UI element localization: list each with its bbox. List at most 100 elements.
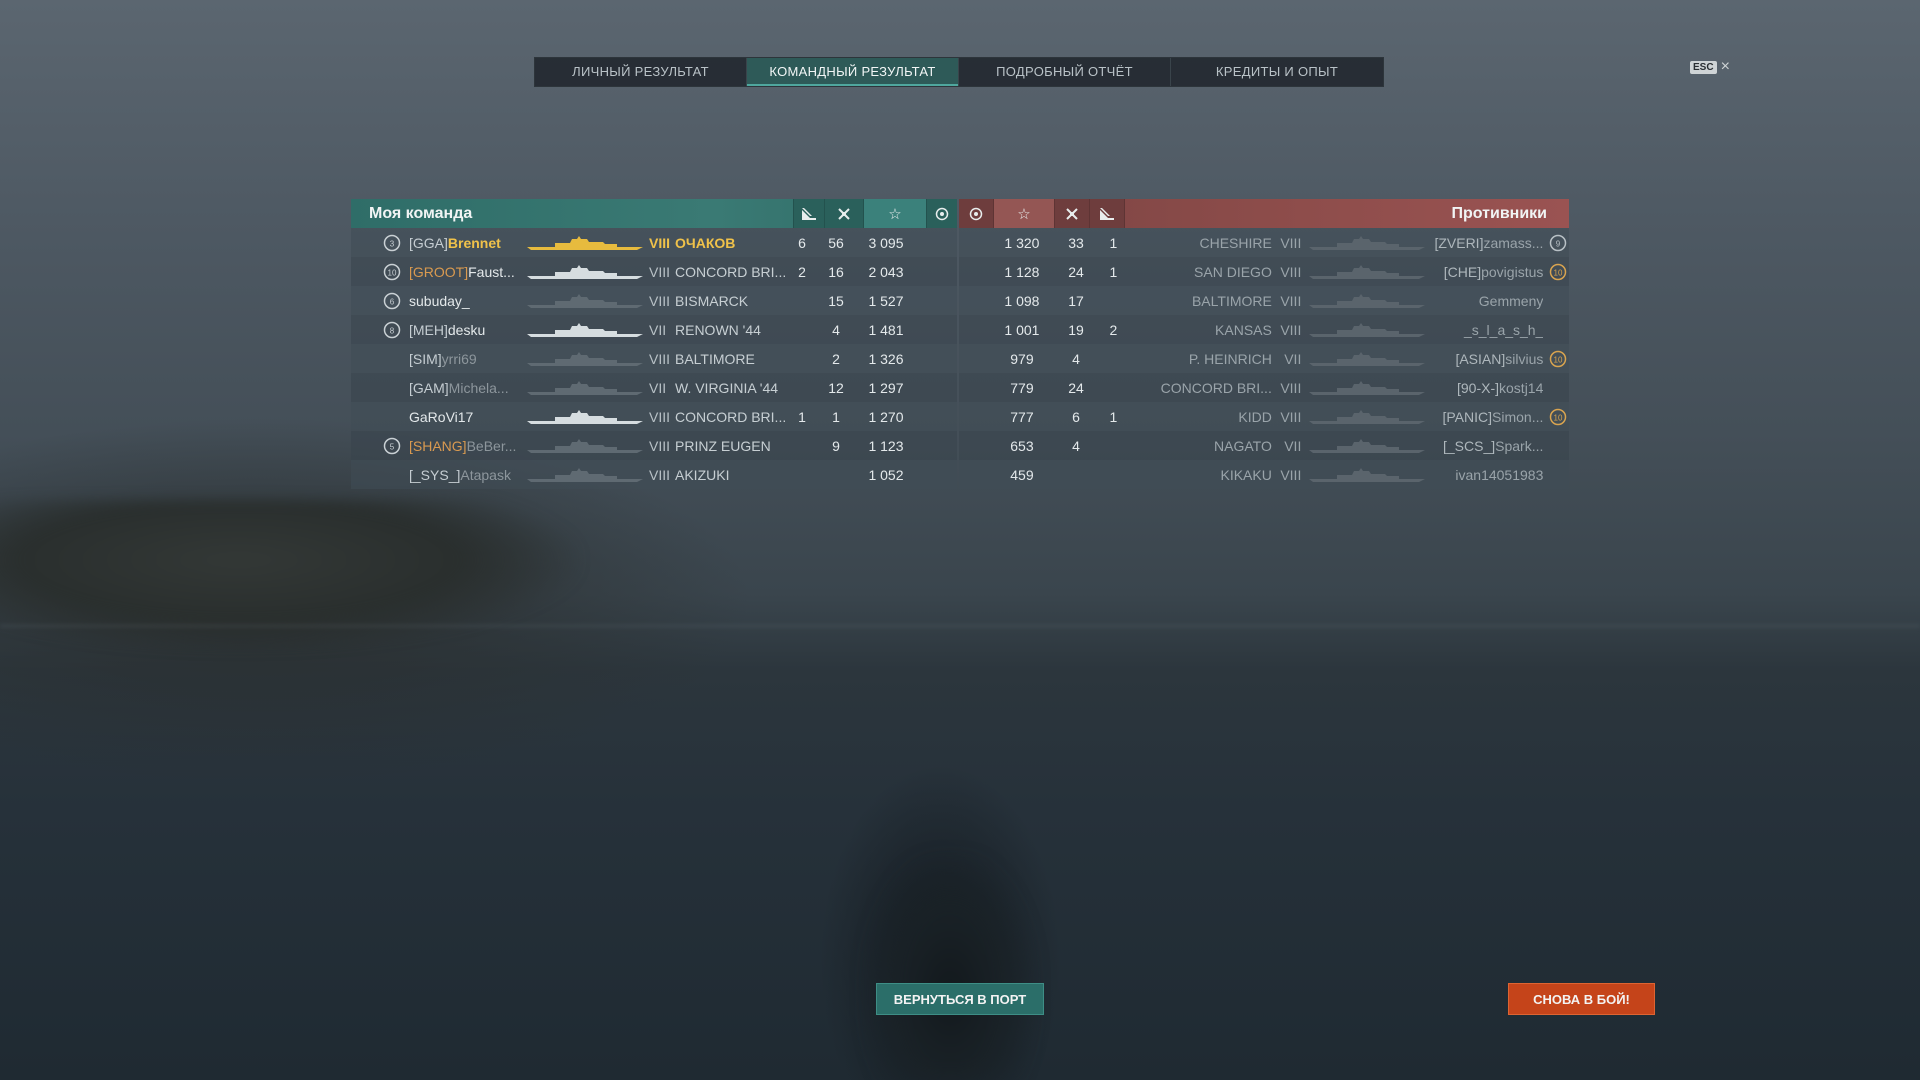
ship-name: KIKAKU	[1220, 466, 1272, 483]
battle-again-button[interactable]: СНОВА В БОЙ!	[1508, 983, 1655, 1015]
player-name[interactable]: [GROOT]Faust...	[409, 264, 525, 280]
player-name[interactable]: [CHE]povigistus	[1427, 264, 1544, 280]
tab-team-result[interactable]: КОМАНДНЫЙ РЕЗУЛЬТАТ	[747, 58, 959, 86]
base-xp-star-icon[interactable]: ☆	[994, 199, 1055, 228]
ship-name: BISMARCK	[675, 292, 749, 309]
ship-name: CONCORD BRI...	[1160, 379, 1272, 396]
planes-destroyed-count: 33	[1068, 234, 1084, 251]
enemy-team-row[interactable]: 779 24 CONCORD BRI... VIII [90-X-]kostj14	[959, 373, 1569, 402]
svg-text:10: 10	[1554, 268, 1563, 277]
enemy-team-panel: ☆ Противники 1 320 33 1 CHESHIRE VIII [ZVERI]…	[959, 199, 1569, 489]
player-nick: Atapask	[460, 466, 511, 483]
player-name[interactable]: [SIM]yrri69	[409, 351, 525, 367]
player-name[interactable]: [ZVERI]zamass...	[1427, 235, 1543, 251]
ship-silhouette-icon	[1307, 467, 1427, 483]
ships-destroyed-count: 6	[798, 234, 806, 251]
player-name[interactable]: [MEH]desku	[409, 322, 525, 338]
esc-key-label: ESC	[1690, 60, 1717, 74]
player-name[interactable]: [SHANG]BeBer...	[409, 438, 525, 454]
ships-destroyed-count: 1	[1109, 408, 1118, 425]
svg-text:8: 8	[390, 326, 395, 335]
enemy-team-row[interactable]: 653 4 NAGATO VII [_SCS_]Spark...	[959, 431, 1569, 460]
planes-destroyed-count: 15	[828, 292, 844, 309]
player-nick: Michela...	[448, 379, 509, 396]
enemy-team-row[interactable]: 979 4 P. HEINRICH VII [ASIAN]silvius 10	[959, 344, 1569, 373]
clan-tag: [ASIAN]	[1455, 350, 1506, 367]
my-team-row[interactable]: [GAM]Michela... VII W. VIRGINIA '44 12 1 297	[351, 373, 957, 402]
rank-badge-icon: 6	[381, 292, 403, 310]
svg-text:9: 9	[1556, 239, 1561, 248]
capture-icon[interactable]	[959, 199, 994, 228]
clan-tag: [SHANG]	[409, 437, 467, 454]
player-name[interactable]: [PANIC]Simon...	[1427, 409, 1543, 425]
base-xp-star-icon[interactable]: ☆	[863, 199, 926, 228]
svg-text:5: 5	[390, 442, 395, 451]
enemy-team-row[interactable]: 1 098 17 BALTIMORE VIII Gemmeny	[959, 286, 1569, 315]
ship-tier: VII	[649, 379, 667, 396]
planes-destroyed-icon[interactable]	[1055, 199, 1090, 228]
ships-destroyed-icon[interactable]	[1090, 199, 1125, 228]
my-team-row[interactable]: [SIM]yrri69 VIII BALTIMORE 2 1 326	[351, 344, 957, 373]
clan-tag: [PANIC]	[1442, 408, 1493, 425]
player-name[interactable]: [_SYS_]Atapask	[409, 467, 525, 483]
player-name[interactable]: Gemmeny	[1427, 293, 1544, 309]
planes-destroyed-count: 2	[832, 350, 840, 367]
ship-silhouette-icon	[525, 293, 645, 309]
planes-destroyed-icon[interactable]	[824, 199, 863, 228]
my-team-row[interactable]: [_SYS_]Atapask VIII AKIZUKI 1 052	[351, 460, 957, 489]
tab-detailed-report[interactable]: ПОДРОБНЫЙ ОТЧЁТ	[959, 58, 1171, 86]
clan-tag: [ZVERI]	[1434, 234, 1484, 251]
rank-badge-icon	[1547, 437, 1569, 455]
enemy-team-row[interactable]: 1 320 33 1 CHESHIRE VIII [ZVERI]zamass... 9	[959, 228, 1569, 257]
ship-tier: VIII	[1280, 234, 1302, 251]
player-name[interactable]: [GGA]Brennet	[409, 235, 525, 251]
ships-destroyed-icon[interactable]	[793, 199, 824, 228]
tab-credits-xp[interactable]: КРЕДИТЫ И ОПЫТ	[1171, 58, 1383, 86]
base-xp-value: 1 098	[1004, 292, 1040, 309]
planes-destroyed-count: 6	[1072, 408, 1080, 425]
base-xp-value: 1 052	[868, 466, 904, 483]
ship-tier: VII	[1284, 350, 1302, 367]
svg-text:10: 10	[1554, 355, 1563, 364]
player-name[interactable]: ivan14051983	[1427, 467, 1543, 483]
enemy-team-row[interactable]: 777 6 1 KIDD VIII [PANIC]Simon... 10	[959, 402, 1569, 431]
player-name[interactable]: subuday_	[409, 293, 525, 309]
ship-silhouette-icon	[1307, 235, 1427, 251]
tab-personal-result[interactable]: ЛИЧНЫЙ РЕЗУЛЬТАТ	[535, 58, 747, 86]
rank-badge-icon	[381, 408, 403, 426]
base-xp-value: 1 326	[868, 350, 904, 367]
player-name[interactable]: [_SCS_]Spark...	[1427, 438, 1543, 454]
my-team-row[interactable]: 10 [GROOT]Faust... VIII CONCORD BRI... 2 16 2 …	[351, 257, 957, 286]
base-xp-value: 2 043	[868, 263, 904, 280]
enemy-team-row[interactable]: 1 001 19 2 KANSAS VIII _s_l_a_s_h_	[959, 315, 1569, 344]
ships-destroyed-count: 1	[798, 408, 806, 425]
ship-name: RENOWN '44	[675, 321, 761, 338]
my-team-row[interactable]: 8 [MEH]desku VII RENOWN '44 4 1 481	[351, 315, 957, 344]
close-button[interactable]: ESC ×	[1690, 59, 1730, 75]
clan-tag: [90-X-]	[1457, 379, 1500, 396]
player-name[interactable]: GaRoVi17	[409, 409, 525, 425]
return-to-port-button[interactable]: ВЕРНУТЬСЯ В ПОРТ	[876, 983, 1044, 1015]
ship-tier: VIII	[649, 408, 671, 425]
capture-icon[interactable]	[926, 199, 957, 228]
base-xp-value: 3 095	[868, 234, 904, 251]
enemy-team-row[interactable]: 1 128 24 1 SAN DIEGO VIII [CHE]povigistus 10	[959, 257, 1569, 286]
player-nick: silvius	[1505, 350, 1544, 367]
player-name[interactable]: [ASIAN]silvius	[1427, 351, 1543, 367]
ship-silhouette-icon	[525, 351, 645, 367]
player-nick: _s_l_a_s_h_	[1463, 321, 1544, 338]
ship-silhouette-icon	[525, 322, 645, 338]
ship-name: NAGATO	[1214, 437, 1272, 454]
planes-destroyed-count: 12	[828, 379, 844, 396]
enemy-team-row[interactable]: 459 KIKAKU VIII ivan14051983	[959, 460, 1569, 489]
my-team-row[interactable]: 6 subuday_ VIII BISMARCK 15 1 527	[351, 286, 957, 315]
ship-name: SAN DIEGO	[1194, 263, 1272, 280]
ship-name: CHESHIRE	[1199, 234, 1272, 251]
my-team-row[interactable]: 5 [SHANG]BeBer... VIII PRINZ EUGEN 9 1 123	[351, 431, 957, 460]
my-team-row[interactable]: 3 [GGA]Brennet VIII ОЧАКОВ 6 56 3 095	[351, 228, 957, 257]
ship-silhouette-icon	[525, 235, 645, 251]
my-team-row[interactable]: GaRoVi17 VIII CONCORD BRI... 1 1 1 270	[351, 402, 957, 431]
player-name[interactable]: [90-X-]kostj14	[1427, 380, 1543, 396]
player-name[interactable]: _s_l_a_s_h_	[1427, 322, 1543, 338]
player-name[interactable]: [GAM]Michela...	[409, 380, 525, 396]
